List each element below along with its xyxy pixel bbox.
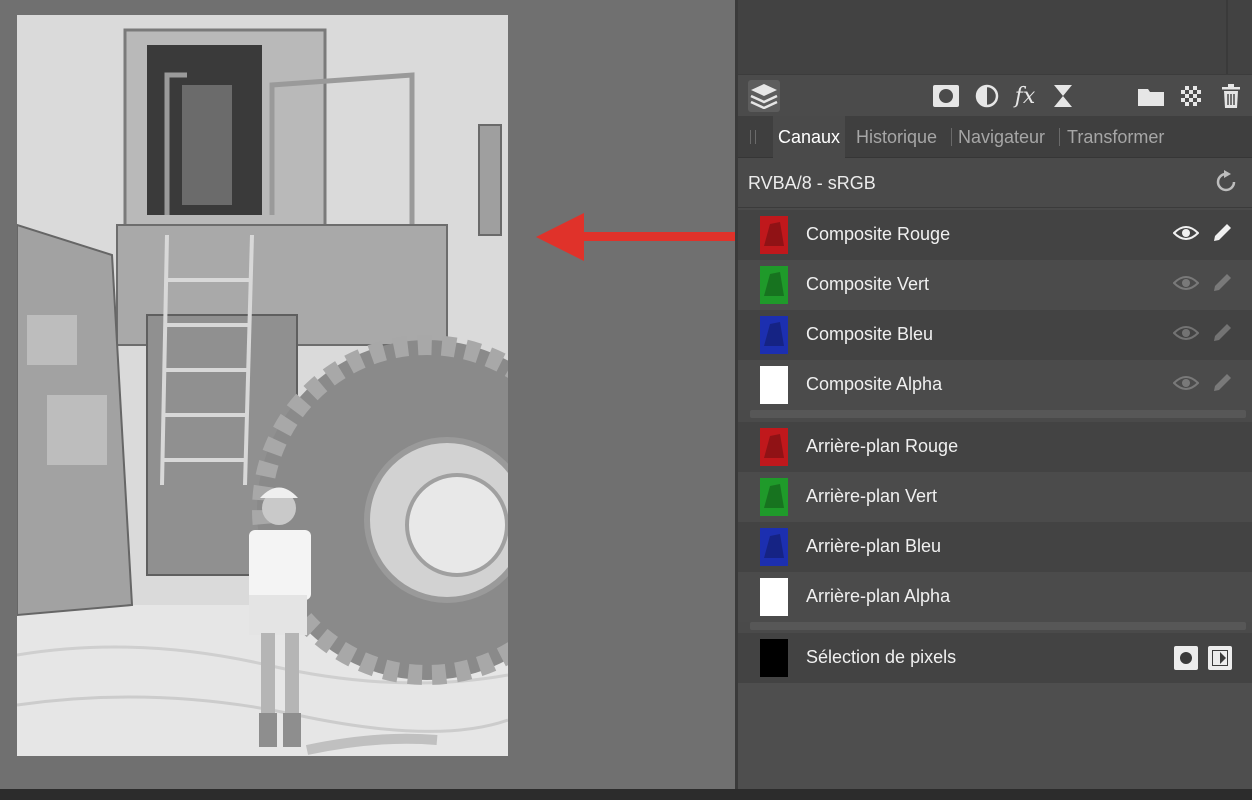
tab-transformer[interactable]: Transformer <box>1067 116 1164 158</box>
pencil-icon[interactable] <box>1211 272 1233 294</box>
trash-icon[interactable] <box>1215 80 1247 112</box>
group-separator <box>750 410 1246 418</box>
selection-thumbnail <box>760 639 788 677</box>
blue-channel-thumbnail <box>760 316 788 354</box>
refresh-icon[interactable] <box>1214 170 1238 194</box>
folder-icon[interactable] <box>1135 80 1167 112</box>
red-channel-thumbnail <box>760 428 788 466</box>
green-channel-thumbnail <box>760 266 788 304</box>
drag-grip-icon[interactable] <box>750 130 756 144</box>
channel-row-composite-red[interactable]: Composite Rouge <box>738 210 1252 260</box>
blue-channel-thumbnail <box>760 528 788 566</box>
channels-panel: fx Canaux Historique Navigateur Transfor… <box>735 0 1252 789</box>
tab-canaux[interactable]: Canaux <box>773 116 846 158</box>
channel-row-composite-alpha[interactable]: Composite Alpha <box>738 360 1252 410</box>
alpha-channel-thumbnail <box>760 578 788 616</box>
document-photo[interactable] <box>17 15 508 756</box>
group-separator <box>750 622 1246 630</box>
channel-row-background-blue[interactable]: Arrière-plan Bleu <box>738 522 1252 572</box>
layers-icon[interactable] <box>748 80 780 112</box>
red-arrow-icon <box>536 213 736 261</box>
panel-top-area <box>738 0 1252 74</box>
channel-row-composite-green[interactable]: Composite Vert <box>738 260 1252 310</box>
panel-divider <box>1226 0 1228 74</box>
color-format-row: RVBA/8 - sRGB <box>738 158 1252 208</box>
panel-tabs: Canaux Historique Navigateur Transformer <box>738 116 1252 158</box>
pencil-icon[interactable] <box>1211 372 1233 394</box>
eye-icon[interactable] <box>1173 374 1199 392</box>
invert-selection-icon[interactable] <box>1208 646 1232 670</box>
pencil-icon[interactable] <box>1211 222 1233 244</box>
channel-label: Composite Alpha <box>806 374 943 394</box>
status-strip <box>0 789 1252 800</box>
document-canvas[interactable] <box>0 0 736 789</box>
channel-label: Composite Vert <box>806 274 930 294</box>
color-format-label: RVBA/8 - sRGB <box>748 173 876 193</box>
channel-label: Arrière-plan Alpha <box>806 586 951 606</box>
adjustment-icon[interactable] <box>971 80 1003 112</box>
tab-historique[interactable]: Historique <box>856 116 937 158</box>
alpha-channel-thumbnail <box>760 366 788 404</box>
green-channel-thumbnail <box>760 478 788 516</box>
channel-row-background-red[interactable]: Arrière-plan Rouge <box>738 422 1252 472</box>
layers-toolbar: fx <box>738 74 1252 116</box>
channel-label: Arrière-plan Bleu <box>806 536 942 556</box>
channel-row-pixel-selection[interactable]: Sélection de pixels <box>738 633 1252 683</box>
photo-illustration <box>17 15 508 756</box>
fx-label: fx <box>1014 83 1036 109</box>
channel-label: Sélection de pixels <box>806 647 957 667</box>
eye-icon[interactable] <box>1173 274 1199 292</box>
tab-separator <box>951 128 952 146</box>
eye-icon[interactable] <box>1173 324 1199 342</box>
pencil-icon[interactable] <box>1211 322 1233 344</box>
tab-separator <box>1059 128 1060 146</box>
checker-icon[interactable] <box>1175 80 1207 112</box>
channel-row-background-alpha[interactable]: Arrière-plan Alpha <box>738 572 1252 622</box>
channel-label: Composite Rouge <box>806 224 951 244</box>
channel-row-background-green[interactable]: Arrière-plan Vert <box>738 472 1252 522</box>
mask-icon[interactable] <box>930 80 962 112</box>
channel-label: Arrière-plan Rouge <box>806 436 959 456</box>
mask-selection-icon[interactable] <box>1174 646 1198 670</box>
red-channel-thumbnail <box>760 216 788 254</box>
channel-row-composite-blue[interactable]: Composite Bleu <box>738 310 1252 360</box>
channel-label: Arrière-plan Vert <box>806 486 938 506</box>
channel-label: Composite Bleu <box>806 324 934 344</box>
hourglass-icon[interactable] <box>1047 80 1079 112</box>
app-window: fx Canaux Historique Navigateur Transfor… <box>0 0 1252 800</box>
panel-empty-area <box>738 683 1252 789</box>
fx-icon[interactable]: fx <box>1009 80 1041 112</box>
tab-navigateur[interactable]: Navigateur <box>958 116 1045 158</box>
eye-icon[interactable] <box>1173 224 1199 242</box>
